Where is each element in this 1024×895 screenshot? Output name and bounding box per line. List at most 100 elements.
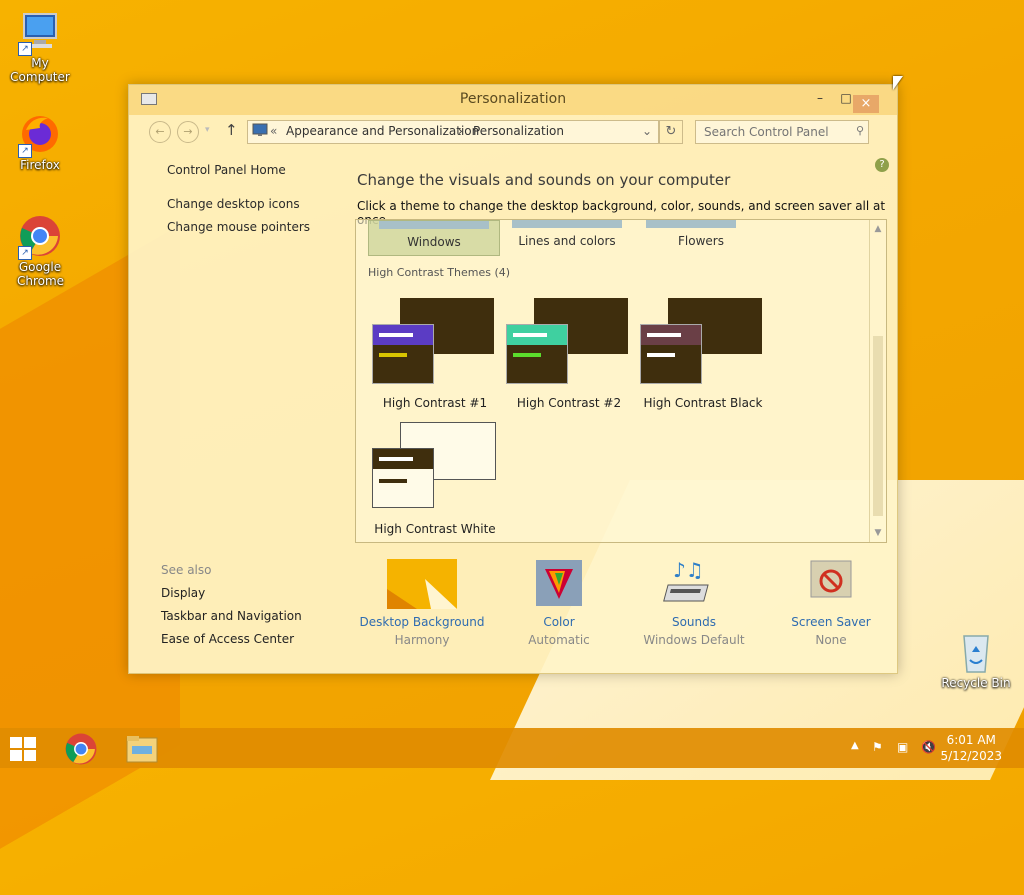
display-link[interactable]: Display (161, 586, 205, 600)
desktop-icon-recycle-bin[interactable]: Recycle Bin (936, 630, 1016, 690)
screen-saver-label: Screen Saver (791, 615, 871, 629)
theme-swatch (646, 220, 736, 228)
windows-logo-icon (24, 737, 36, 748)
desktop-icon-label: Google Chrome (17, 260, 65, 288)
theme-preview-front (506, 324, 568, 384)
screen-saver-value: None (815, 633, 847, 647)
theme-preview-line (647, 353, 675, 357)
scroll-thumb[interactable] (873, 336, 883, 516)
shortcut-arrow-icon: ↗ (18, 144, 32, 158)
color-setting[interactable]: Color Automatic (494, 559, 624, 647)
taskbar-and-navigation-link[interactable]: Taskbar and Navigation (161, 609, 302, 623)
breadcrumb-personalization[interactable]: Personalization (473, 124, 564, 138)
theme-windows[interactable]: Windows (368, 220, 500, 256)
windows-logo-icon (24, 750, 36, 761)
desktop-icon-label: My Computer (10, 56, 70, 84)
high-contrast-group-header: High Contrast Themes (4) (368, 266, 511, 279)
control-panel-icon (252, 123, 268, 140)
theme-label: High Contrast White (374, 522, 496, 536)
theme-label: Lines and colors (518, 234, 616, 248)
breadcrumb-appearance[interactable]: Appearance and Personalization (286, 124, 479, 138)
theme-label: Flowers (678, 234, 724, 248)
desktop-icon-chrome[interactable]: ↗ Google Chrome (0, 214, 80, 288)
theme-preview-titlebar (641, 325, 701, 345)
clock[interactable]: 6:01 AM 5/12/2023 (940, 732, 1002, 764)
search-box[interactable]: ⚲ (695, 120, 869, 144)
ease-of-access-center-link[interactable]: Ease of Access Center (161, 632, 294, 646)
desktop-icon-my-computer[interactable]: ↗ My Computer (0, 10, 80, 84)
sounds-value: Windows Default (643, 633, 745, 647)
firefox-icon: ↗ (18, 112, 62, 158)
recycle-bin-icon (954, 630, 998, 674)
theme-preview-line (647, 333, 681, 337)
theme-high-contrast-black[interactable]: High Contrast Black (638, 298, 768, 418)
desktop-icon-firefox[interactable]: ↗ Firefox (0, 112, 80, 172)
theme-preview-front (372, 324, 434, 384)
action-center-flag-icon[interactable]: ⚑ (872, 740, 883, 754)
volume-muted-icon[interactable]: 🔇 (921, 740, 936, 754)
shortcut-arrow-icon: ↗ (18, 246, 32, 260)
theme-flowers[interactable]: Flowers (636, 220, 766, 254)
desktop-icon-label: Recycle Bin (941, 676, 1011, 690)
taskbar-file-explorer-button[interactable] (126, 734, 158, 768)
back-arrow-icon[interactable]: ← (149, 121, 171, 143)
theme-preview-line (513, 353, 541, 357)
desktop-background-value: Harmony (394, 633, 450, 647)
up-arrow-icon[interactable]: ↑ (225, 121, 238, 139)
color-palette-icon (535, 559, 583, 609)
network-icon[interactable]: ▣ (897, 740, 908, 754)
scroll-up-icon[interactable]: ▲ (870, 224, 886, 234)
change-desktop-icons-link[interactable]: Change desktop icons (167, 197, 300, 211)
refresh-icon[interactable]: ↻ (659, 120, 683, 144)
theme-lines-and-colors[interactable]: Lines and colors (502, 220, 632, 254)
help-icon[interactable]: ? (875, 158, 889, 172)
sounds-setting[interactable]: ♪♫ Sounds Windows Default (629, 558, 759, 647)
breadcrumb-separator[interactable]: › (458, 124, 463, 138)
title-bar[interactable]: Personalization – □ × (129, 85, 897, 115)
forward-arrow-icon[interactable]: → (177, 121, 199, 143)
theme-preview-front (640, 324, 702, 384)
show-hidden-icons-icon[interactable]: ▲ (851, 740, 859, 751)
sounds-label: Sounds (671, 615, 717, 629)
scroll-down-icon[interactable]: ▼ (870, 528, 886, 538)
mouse-cursor-icon (893, 76, 903, 90)
see-also-heading: See also (161, 563, 212, 577)
change-mouse-pointers-link[interactable]: Change mouse pointers (167, 220, 310, 234)
desktop-background-setting[interactable]: Desktop Background Harmony (357, 559, 487, 647)
theme-preview-line (379, 353, 407, 357)
minimize-button[interactable]: – (809, 89, 831, 107)
theme-label: Windows (407, 235, 461, 249)
address-dropdown-icon[interactable]: ⌄ (642, 124, 652, 138)
search-input[interactable] (696, 122, 852, 142)
theme-list[interactable]: Windows Lines and colors Flowers High Co… (355, 219, 887, 543)
theme-high-contrast-1[interactable]: High Contrast #1 (370, 298, 500, 418)
color-label: Color (543, 615, 575, 629)
search-icon[interactable]: ⚲ (856, 124, 864, 137)
theme-preview-titlebar (373, 449, 433, 469)
recent-pages-icon[interactable]: ▾ (205, 125, 210, 135)
screen-saver-setting[interactable]: Screen Saver None (766, 559, 896, 647)
control-panel-home-link[interactable]: Control Panel Home (167, 163, 286, 177)
chrome-icon (65, 733, 97, 765)
theme-preview-titlebar (507, 325, 567, 345)
theme-list-scrollbar[interactable]: ▲ ▼ (869, 220, 886, 542)
start-button[interactable] (10, 737, 38, 761)
personalization-window[interactable]: Personalization – □ × ← → ▾ ↑ « Appearan… (128, 84, 898, 674)
navigation-bar: ← → ▾ ↑ « Appearance and Personalization… (129, 117, 897, 145)
theme-high-contrast-2[interactable]: High Contrast #2 (504, 298, 634, 418)
computer-icon: ↗ (18, 10, 62, 56)
theme-label: High Contrast #2 (516, 396, 622, 410)
theme-preview-front (372, 448, 434, 508)
theme-swatch (379, 221, 489, 229)
desktop-background-label: Desktop Background (359, 615, 485, 629)
theme-preview-line (379, 479, 407, 483)
taskbar-chrome-button[interactable] (64, 732, 98, 770)
page-heading: Change the visuals and sounds on your co… (357, 171, 731, 189)
clock-date: 5/12/2023 (940, 749, 1002, 763)
close-button[interactable]: × (853, 95, 879, 113)
screen-saver-icon (807, 559, 855, 609)
theme-preview-titlebar (373, 325, 433, 345)
address-bar[interactable]: « Appearance and Personalization › Perso… (247, 120, 659, 144)
theme-high-contrast-white[interactable]: High Contrast White (370, 422, 500, 542)
chrome-icon: ↗ (18, 214, 62, 260)
